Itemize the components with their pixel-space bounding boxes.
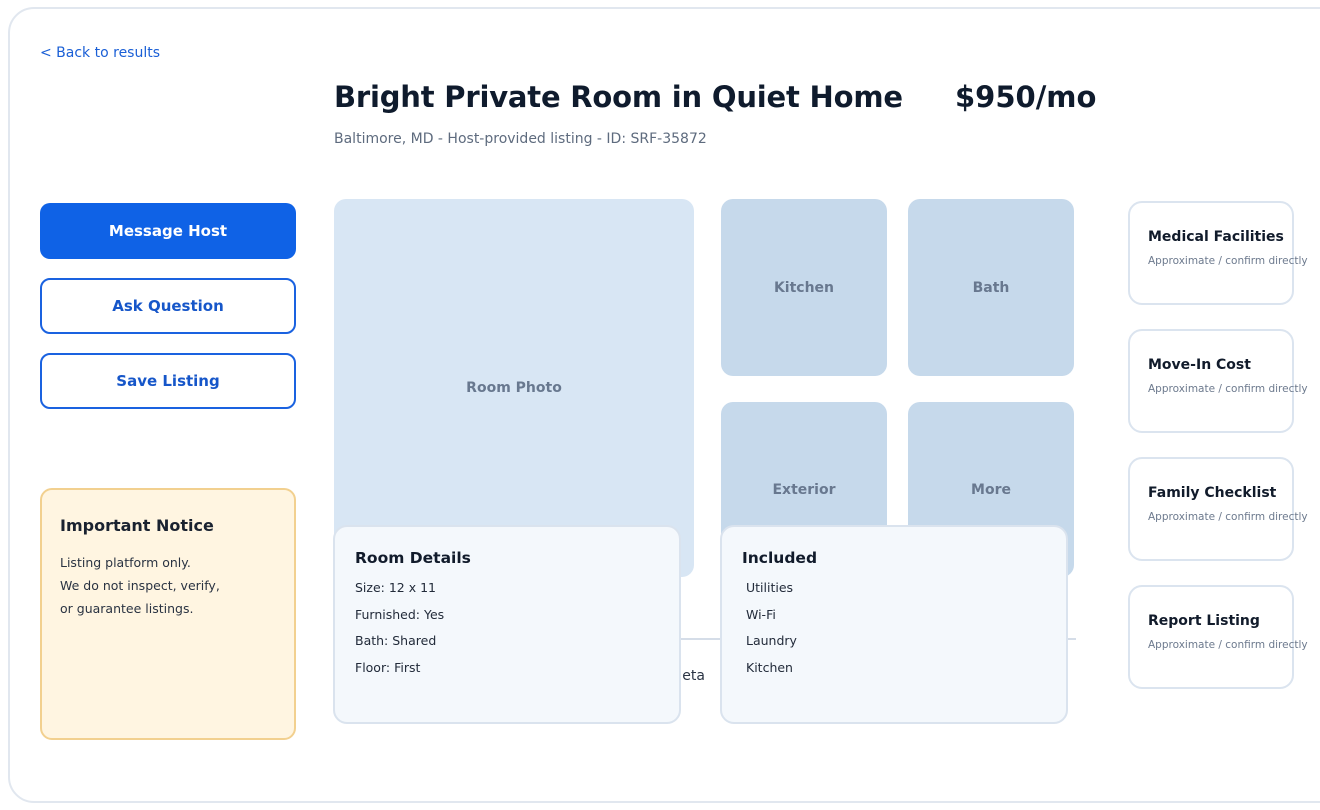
side-card-subtitle: Approximate / confirm directly [1148, 383, 1308, 395]
included-row: Kitchen [746, 659, 793, 675]
listing-subtitle: Baltimore, MD - Host-provided listing - … [334, 131, 707, 147]
included-title: Included [742, 549, 818, 567]
side-card-subtitle: Approximate / confirm directly [1148, 639, 1308, 651]
move-in-cost-card[interactable]: Move-In Cost Approximate / confirm direc… [1128, 329, 1308, 433]
side-card-title: Move-In Cost [1148, 357, 1251, 373]
notice-line: Listing platform only. [60, 555, 191, 570]
side-card-title: Family Checklist [1148, 485, 1277, 501]
notice-title: Important Notice [60, 516, 214, 535]
included-row: Laundry [746, 633, 797, 648]
room-detail-row: Floor: First [355, 659, 421, 675]
important-notice-panel: Important Notice Listing platform only. … [40, 488, 296, 740]
listing-title: Bright Private Room in Quiet Home [334, 80, 903, 114]
message-host-button[interactable]: Message Host [40, 203, 296, 259]
room-detail-row: Furnished: Yes [355, 606, 445, 622]
room-detail-row: Size: 12 x 11 [355, 580, 436, 595]
room-photo[interactable]: Room Photo [334, 199, 694, 577]
medical-facilities-card[interactable]: Medical Facilities Approximate / confirm… [1128, 201, 1308, 305]
listing-price: $950/mo [955, 80, 1097, 114]
page-canvas: < Back to results Bright Private Room in… [0, 0, 1320, 810]
back-to-results-link[interactable]: < Back to results [40, 45, 160, 61]
included-row: Wi-Fi [746, 606, 776, 622]
included-row: Utilities [746, 580, 794, 595]
ask-question-button[interactable]: Ask Question [40, 278, 296, 334]
bath-photo[interactable]: Bath [908, 199, 1074, 376]
side-card-subtitle: Approximate / confirm directly [1148, 511, 1308, 523]
notice-line: or guarantee listings. [60, 601, 194, 616]
save-listing-button[interactable]: Save Listing [40, 353, 296, 409]
notice-line: We do not inspect, verify, [60, 578, 220, 593]
side-card-title: Report Listing [1148, 613, 1260, 629]
side-card-subtitle: Approximate / confirm directly [1148, 255, 1308, 267]
room-details-title: Room Details [355, 549, 471, 567]
family-checklist-card[interactable]: Family Checklist Approximate / confirm d… [1128, 457, 1308, 561]
included-card: Included Utilities Wi-Fi Laundry Kitchen [720, 525, 1068, 724]
room-details-card: Room Details Size: 12 x 11 Furnished: Ye… [333, 525, 681, 724]
room-detail-row: Bath: Shared [355, 633, 437, 648]
report-listing-card[interactable]: Report Listing Approximate / confirm dir… [1128, 585, 1308, 689]
side-card-title: Medical Facilities [1148, 229, 1284, 245]
kitchen-photo[interactable]: Kitchen [721, 199, 887, 376]
